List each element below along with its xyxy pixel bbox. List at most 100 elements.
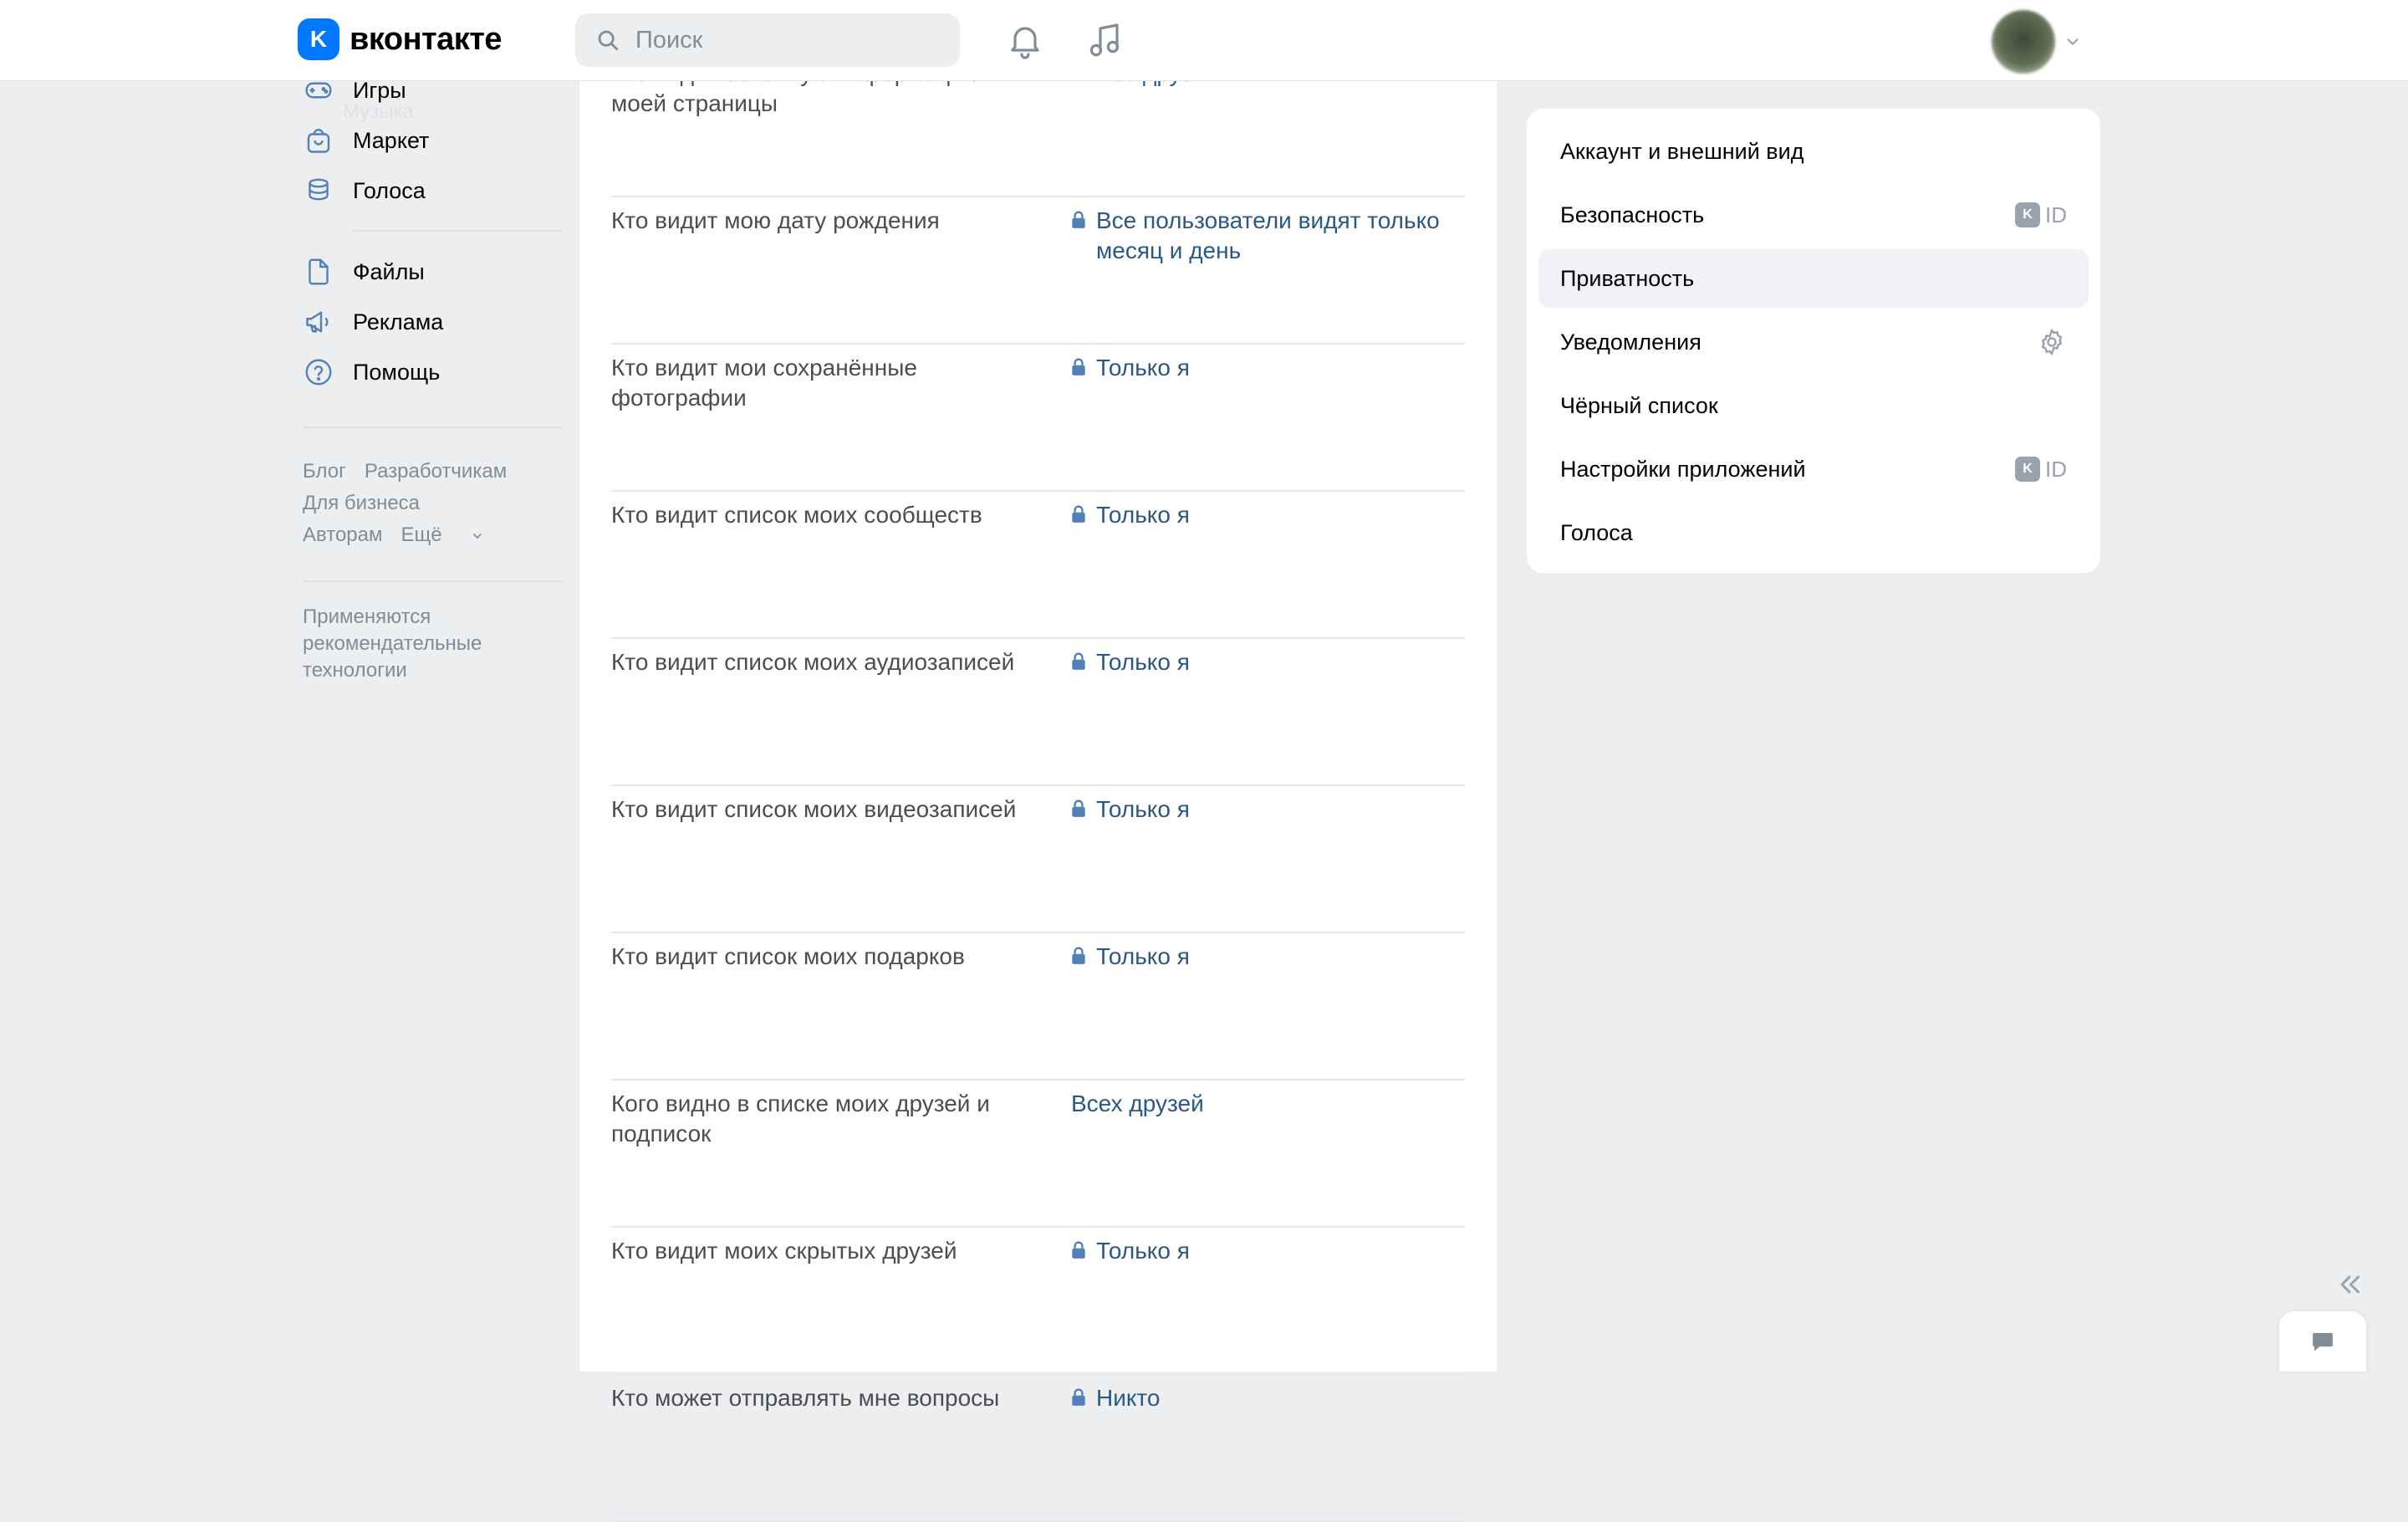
privacy-question: Кто видит список моих аудиозаписей [611, 649, 1015, 675]
privacy-question: Кто видит список моих подарков [611, 943, 965, 969]
privacy-value-label: Только я [1096, 502, 1190, 528]
lock-icon [1072, 1241, 1085, 1259]
privacy-question: Кто видит список моих сообществ [611, 502, 982, 528]
sidebar-item-label: Голоса [353, 177, 426, 203]
avatar [1992, 10, 2055, 74]
sidebar-divider [353, 230, 562, 232]
sidebar-item-label: Реклама [353, 309, 444, 335]
vk-logo[interactable]: K вконтакте [298, 18, 503, 60]
settings-item-blacklist[interactable]: Чёрный список [1538, 376, 2089, 435]
footer-more-label: Ещё [400, 524, 442, 546]
privacy-value-label: Всех друзей [1071, 1090, 1204, 1116]
sidebar-divider [303, 426, 562, 428]
sidebar-item-ads[interactable]: Реклама [303, 299, 443, 345]
collapse-icon[interactable] [2334, 1269, 2365, 1300]
search-box[interactable] [575, 13, 960, 67]
sidebar-item-files[interactable]: Файлы [303, 248, 425, 295]
privacy-value-link[interactable]: Только я [1071, 942, 1464, 972]
privacy-value-link[interactable]: Только я [1071, 647, 1464, 677]
settings-item-label: Голоса [1560, 519, 1633, 545]
recommendation-notice[interactable]: Применяются рекомендательные технологии [303, 604, 537, 684]
sidebar-item-votes[interactable]: Голоса [303, 167, 426, 214]
privacy-question: Кто видит моих скрытых друзей [611, 1238, 957, 1264]
privacy-question: Кто видит список моих видеозаписей [611, 796, 1017, 822]
vk-id-label: ID [2045, 202, 2067, 227]
vk-id-badge: K ID [2015, 457, 2067, 483]
privacy-value-link[interactable]: Никто [1071, 1383, 1464, 1413]
chat-bubble-icon [2313, 1333, 2333, 1351]
lock-icon [1072, 505, 1085, 523]
settings-item-app-settings[interactable]: Настройки приложений K ID [1538, 440, 2089, 498]
settings-item-privacy[interactable]: Приватность [1538, 249, 2089, 308]
search-input[interactable] [634, 25, 938, 55]
lock-icon [1072, 1388, 1085, 1406]
gear-icon[interactable] [2037, 327, 2067, 357]
shopping-bag-icon [303, 125, 334, 156]
footer-link-business[interactable]: Для бизнеса [303, 492, 420, 514]
settings-menu: Аккаунт и внешний вид Безопасность K ID П… [1527, 109, 2100, 574]
file-icon [303, 256, 334, 288]
settings-item-label: Аккаунт и внешний вид [1560, 138, 1804, 164]
privacy-setting-row: Кто видит мои сохранённые фотографии Толь… [611, 345, 1465, 492]
lock-icon [1072, 358, 1085, 375]
lock-icon [1072, 799, 1085, 817]
privacy-value-link[interactable]: Все пользователи видят только месяц и де… [1071, 206, 1464, 266]
settings-item-security[interactable]: Безопасность K ID [1538, 186, 2089, 244]
bell-icon[interactable] [1005, 20, 1045, 60]
profile-menu[interactable] [1992, 10, 2082, 74]
footer-link-developers[interactable]: Разработчикам [365, 460, 507, 483]
privacy-value-label: Только я [1096, 649, 1190, 675]
privacy-setting-row: Кто видит список моих подарков Только я [611, 933, 1465, 1080]
footer-links: Блог Разработчикам Для бизнеса Авторам Ещё [303, 456, 525, 551]
lock-icon [1072, 947, 1085, 964]
top-header: K вконтакте [0, 0, 2408, 80]
sidebar-item-label: Игры [353, 77, 406, 103]
privacy-setting-row: Кто может отправлять мне вопросы Никто [611, 1375, 1465, 1522]
privacy-question: Кого видно в списке моих друзей и подпис… [611, 1090, 990, 1147]
privacy-setting-row: Кто видит моих скрытых друзей Только я [611, 1228, 1465, 1375]
footer-link-blog[interactable]: Блог [303, 460, 346, 483]
settings-item-notifications[interactable]: Уведомления [1538, 313, 2089, 371]
vk-id-icon: K [2015, 202, 2040, 227]
privacy-value-link[interactable]: Только я [1071, 794, 1464, 825]
chat-button[interactable] [2279, 1311, 2366, 1371]
privacy-setting-row: Кого видно в списке моих друзей и подпис… [611, 1080, 1465, 1228]
privacy-value-label: Только я [1096, 796, 1190, 822]
music-icon[interactable] [1085, 20, 1125, 60]
settings-item-label: Чёрный список [1560, 392, 1718, 418]
privacy-value-link[interactable]: Всех друзей [1071, 1089, 1464, 1119]
vk-logo-mark: K [298, 18, 339, 60]
lock-icon [1072, 211, 1085, 228]
settings-item-label: Уведомления [1560, 329, 1701, 355]
lock-icon [1072, 652, 1085, 670]
chevron-down-icon [2067, 38, 2079, 45]
privacy-value-link[interactable]: Только я [1071, 500, 1464, 530]
vk-id-badge: K ID [2015, 202, 2067, 228]
vk-logo-text: вконтакте [349, 21, 503, 57]
privacy-value-link[interactable]: Только я [1071, 1236, 1464, 1266]
vk-id-icon: K [2015, 457, 2040, 482]
privacy-value-label: Только я [1096, 1238, 1190, 1264]
privacy-setting-row: Кто видит список моих аудиозаписей Только… [611, 639, 1465, 786]
privacy-question: Кто может отправлять мне вопросы [611, 1385, 1000, 1411]
settings-item-account[interactable]: Аккаунт и внешний вид [1538, 122, 2089, 181]
sidebar-item-market[interactable]: Маркет [303, 117, 429, 164]
vk-id-label: ID [2045, 456, 2067, 482]
privacy-setting-row: Кто видит список моих сообществ Только я [611, 492, 1465, 639]
privacy-settings-panel: Кто видит основную информацию моей стран… [579, 0, 1497, 1522]
settings-item-label: Приватность [1560, 265, 1695, 291]
sidebar-item-help[interactable]: Помощь [303, 349, 440, 396]
sidebar-item-label: Маркет [353, 127, 430, 153]
privacy-question: Кто видит мои сохранённые фотографии [611, 355, 917, 411]
footer-link-more[interactable]: Ещё [401, 524, 485, 546]
settings-item-votes[interactable]: Голоса [1538, 503, 2089, 562]
search-icon [598, 30, 618, 50]
settings-item-label: Настройки приложений [1560, 456, 1806, 482]
privacy-value-link[interactable]: Только я [1071, 353, 1464, 383]
footer-link-authors[interactable]: Авторам [303, 524, 383, 546]
sidebar-item-label: Помощь [353, 359, 441, 385]
privacy-question: Кто видит мою дату рождения [611, 207, 940, 233]
chevron-down-icon [473, 533, 482, 539]
megaphone-icon [303, 306, 334, 338]
privacy-value-label: Все пользователи видят только месяц и де… [1096, 207, 1440, 263]
